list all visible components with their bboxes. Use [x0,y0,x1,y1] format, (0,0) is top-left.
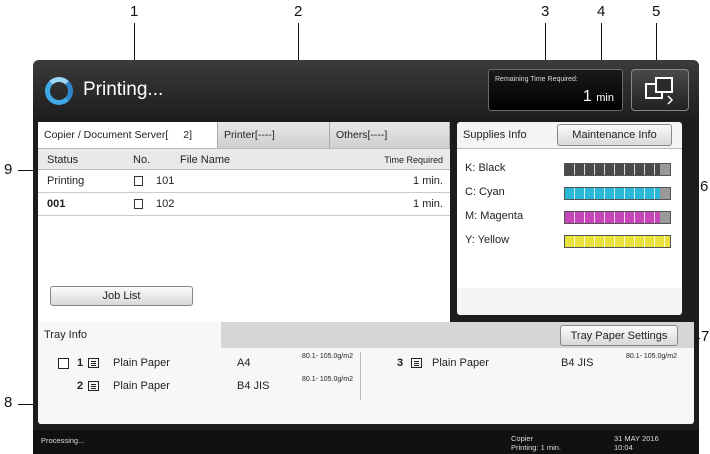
tray-number: 2 [77,380,84,392]
toner-fill-black [565,164,660,175]
callout-6: 6 [700,178,709,195]
tray-paper-size: B4 JIS [237,380,270,392]
tray-row-2: 2 Plain Paper B4 JIS 80.1- 105.0g/m2 [38,376,358,399]
progress-spinner-icon [45,77,73,105]
tab-copier-count: 2] [183,129,192,141]
remaining-time-display: Remaining Time Required: 1 min [488,69,623,111]
job-row[interactable]: Printing 101 1 min. [38,170,450,193]
callout-3: 3 [541,3,550,20]
job-status: 001 [47,198,66,210]
tab-printer[interactable]: Printer[----] [218,122,330,148]
switch-screen-icon [645,77,674,105]
toner-fill-magenta [565,212,660,223]
remaining-time-value: 1 min [583,88,614,106]
col-file-name: File Name [180,154,231,166]
tray-paper-settings-button[interactable]: Tray Paper Settings [560,325,678,346]
job-table-header: Status No. File Name Time Required [38,148,450,170]
job-list-button[interactable]: Job List [50,286,193,306]
document-icon [134,176,143,186]
leader-9-h [18,170,34,171]
supplies-panel: Supplies Info Maintenance Info K: Black … [457,122,682,315]
col-time-required: Time Required [384,155,443,165]
bypass-checkbox[interactable] [58,358,69,369]
callout-1: 1 [130,3,139,20]
tab-printer-label: Printer[----] [224,129,275,141]
col-status: Status [47,154,79,166]
tray-row-3: 3 Plain Paper B4 JIS 80.1- 105.0g/m2 [368,353,688,376]
tray-paper-type: Plain Paper [113,380,170,392]
toner-fill-cyan [565,188,660,199]
tray-icon [411,358,422,368]
toner-label-magenta: M: Magenta [465,210,524,222]
page-title: Printing... [83,79,164,100]
callout-5: 5 [652,3,661,20]
job-row[interactable]: 001 102 1 min. [38,193,450,216]
callout-8: 8 [4,394,13,411]
tab-others-label: Others[----] [336,129,388,141]
status-bar: Processing... Copier Printing: 1 min. 31… [33,430,699,454]
toner-gauge-yellow [564,235,671,248]
job-status: Printing [47,175,85,187]
remaining-time-number: 1 [582,88,592,105]
toner-label-cyan: C: Cyan [465,186,505,198]
tray-info-tab[interactable]: Tray Info [38,322,221,348]
leader-8-h [18,404,34,405]
printer-control-panel: Printing... Remaining Time Required: 1 m… [33,60,699,454]
document-icon [134,199,143,209]
tray-row-1: 1 Plain Paper A4 80.1- 105.0g/m2 [38,353,358,376]
callout-2: 2 [294,3,303,20]
callout-9: 9 [4,161,13,178]
remaining-time-label: Remaining Time Required: [495,76,578,83]
toner-fill-yellow [565,236,670,247]
tab-copier-document-server[interactable]: Copier / Document Server[ 2] [38,122,218,148]
status-printing: Printing: 1 min. [511,443,562,452]
job-tabs: Copier / Document Server[ 2] Printer[---… [38,122,450,148]
job-time: 1 min. [413,198,443,210]
tab-others[interactable]: Others[----] [330,122,450,148]
tray-paper-size: B4 JIS [561,357,594,369]
tray-info-panel: Tray Info Tray Paper Settings 1 Plain Pa… [38,322,694,424]
callout-7: 7 [701,328,710,345]
tray-paper-size: A4 [237,357,251,369]
tray-paper-weight: 80.1- 105.0g/m2 [302,353,353,360]
supplies-info-title: Supplies Info [463,129,527,141]
status-mode: Copier [511,434,534,443]
maintenance-info-button[interactable]: Maintenance Info [557,124,672,146]
tray-separator [360,352,361,400]
col-no: No. [133,154,151,166]
switch-screen-button[interactable] [631,69,689,111]
job-list-empty-area [38,216,450,336]
tray-paper-weight: 80.1- 105.0g/m2 [626,353,677,360]
job-number: 102 [156,198,175,210]
toner-label-black: K: Black [465,162,506,174]
toner-gauge-magenta [564,211,671,224]
status-message: Processing... [41,436,85,445]
tray-number: 1 [77,357,84,369]
toner-gauge-cyan [564,187,671,200]
tray-icon [88,381,99,391]
toner-gauge-black [564,163,671,176]
job-list-panel: Copier / Document Server[ 2] Printer[---… [38,122,450,336]
tray-icon [88,358,99,368]
remaining-time-unit: min [596,92,614,104]
tray-paper-weight: 80.1- 105.0g/m2 [302,376,353,383]
tray-paper-type: Plain Paper [113,357,170,369]
tray-header: Tray Info Tray Paper Settings [38,322,694,348]
status-time: 10:04 [614,443,633,452]
tab-copier-label: Copier / Document Server[ [44,129,169,141]
toner-label-yellow: Y: Yellow [465,234,510,246]
callout-4: 4 [597,3,606,20]
job-number: 101 [156,175,175,187]
job-time: 1 min. [413,175,443,187]
tray-paper-type: Plain Paper [432,357,489,369]
toner-list: K: Black C: Cyan M: Magenta Y: Yellow [457,148,682,288]
status-date: 31 MAY 2016 [614,434,659,443]
header-bar: Printing... Remaining Time Required: 1 m… [33,60,699,118]
tray-number: 3 [397,357,404,369]
